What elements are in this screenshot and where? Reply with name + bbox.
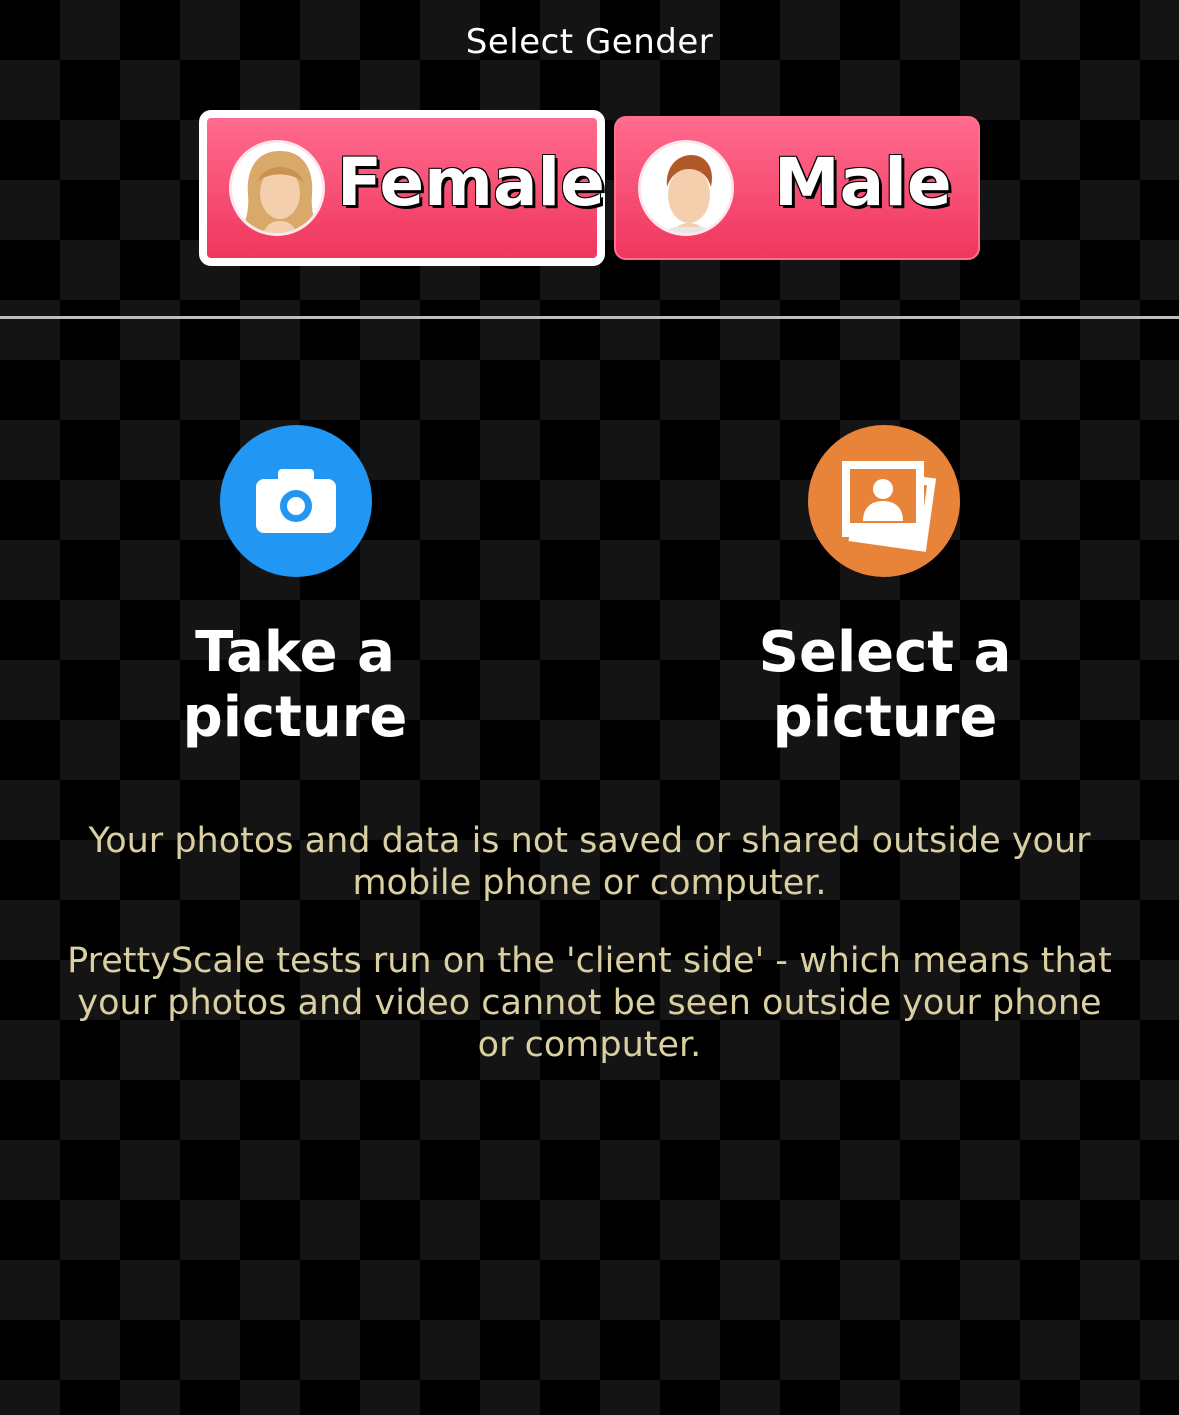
app-screen: Select Gender Female Male Take a picture…: [0, 0, 1179, 1415]
male-button[interactable]: Male: [614, 116, 980, 260]
gallery-icon: [808, 425, 960, 577]
select-picture-button[interactable]: Select a picture: [670, 420, 1100, 750]
male-avatar-icon: [638, 140, 734, 236]
take-picture-label: Take a picture: [182, 620, 408, 750]
divider: [0, 316, 1179, 319]
privacy-note: Your photos and data is not saved or sha…: [88, 821, 1091, 903]
take-picture-button[interactable]: Take a picture: [100, 420, 490, 750]
female-button[interactable]: Female: [199, 110, 605, 266]
client-side-note: PrettyScale tests run on the 'client sid…: [67, 941, 1112, 1065]
male-label: Male: [774, 144, 952, 221]
select-picture-label: Select a picture: [758, 620, 1012, 750]
female-avatar-icon: [229, 140, 325, 236]
camera-icon: [220, 425, 372, 577]
female-label: Female: [337, 144, 605, 221]
select-gender-title: Select Gender: [465, 22, 714, 62]
